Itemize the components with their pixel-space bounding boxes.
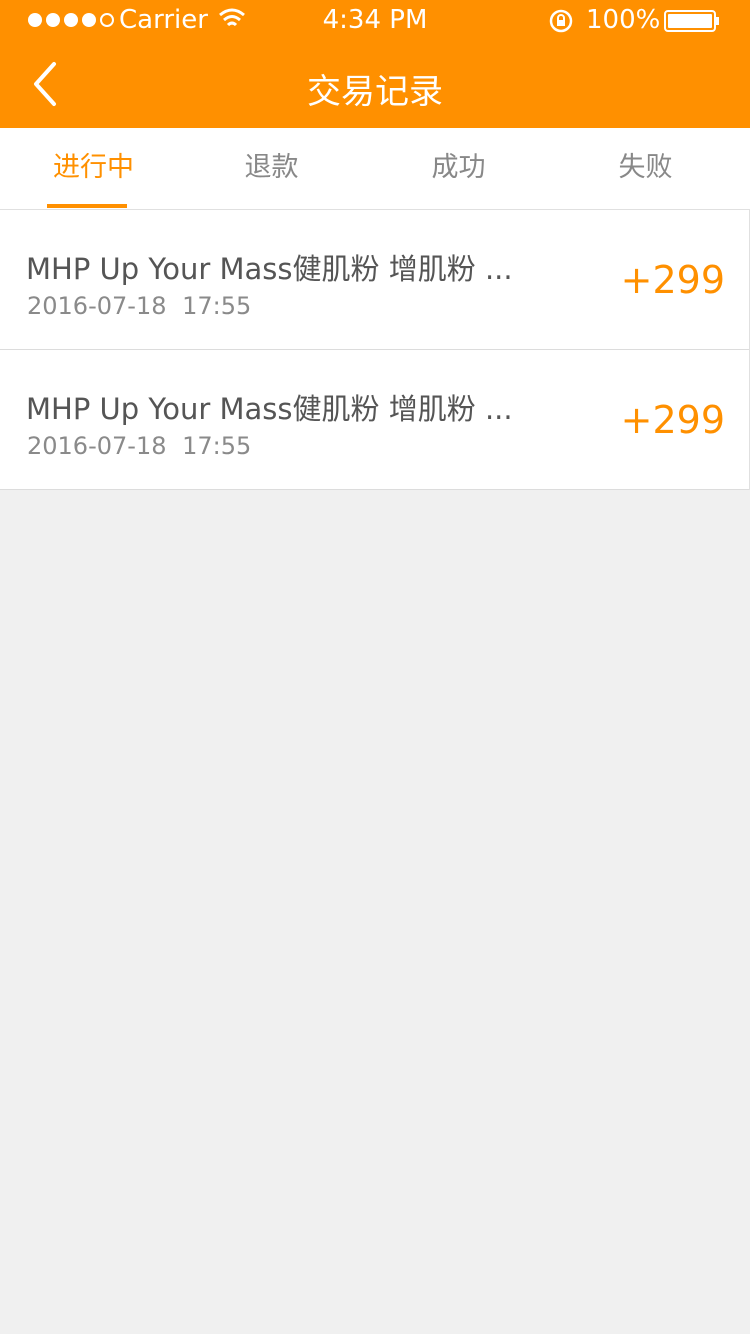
rotation-lock-icon	[549, 9, 573, 33]
battery-percent: 100%	[586, 5, 661, 35]
transaction-list: MHP Up Your Mass健肌粉 增肌粉 ... 2016-07-18 1…	[0, 210, 750, 490]
tab-bar: 进行中 退款 成功 失败	[0, 128, 750, 210]
header: Carrier 4:34 PM 100% 交易记录	[0, 0, 750, 128]
item-date: 2016-07-18 17:55	[27, 432, 252, 460]
tab-refund[interactable]: 退款	[178, 128, 365, 210]
list-item[interactable]: MHP Up Your Mass健肌粉 增肌粉 ... 2016-07-18 1…	[0, 350, 749, 490]
tab-failed[interactable]: 失败	[552, 128, 739, 210]
status-bar: Carrier 4:34 PM 100%	[0, 0, 750, 40]
tab-indicator	[47, 204, 127, 208]
item-title: MHP Up Your Mass健肌粉 增肌粉 ...	[26, 392, 513, 426]
nav-bar: 交易记录	[0, 40, 750, 128]
item-title: MHP Up Your Mass健肌粉 增肌粉 ...	[26, 252, 513, 286]
item-date: 2016-07-18 17:55	[27, 292, 252, 320]
tab-success[interactable]: 成功	[365, 128, 552, 210]
page-title: 交易记录	[307, 72, 443, 112]
list-item[interactable]: MHP Up Your Mass健肌粉 增肌粉 ... 2016-07-18 1…	[0, 210, 749, 350]
battery-icon	[664, 10, 719, 32]
item-amount: +299	[620, 398, 725, 442]
item-amount: +299	[620, 258, 725, 302]
tab-in-progress[interactable]: 进行中	[0, 128, 187, 210]
